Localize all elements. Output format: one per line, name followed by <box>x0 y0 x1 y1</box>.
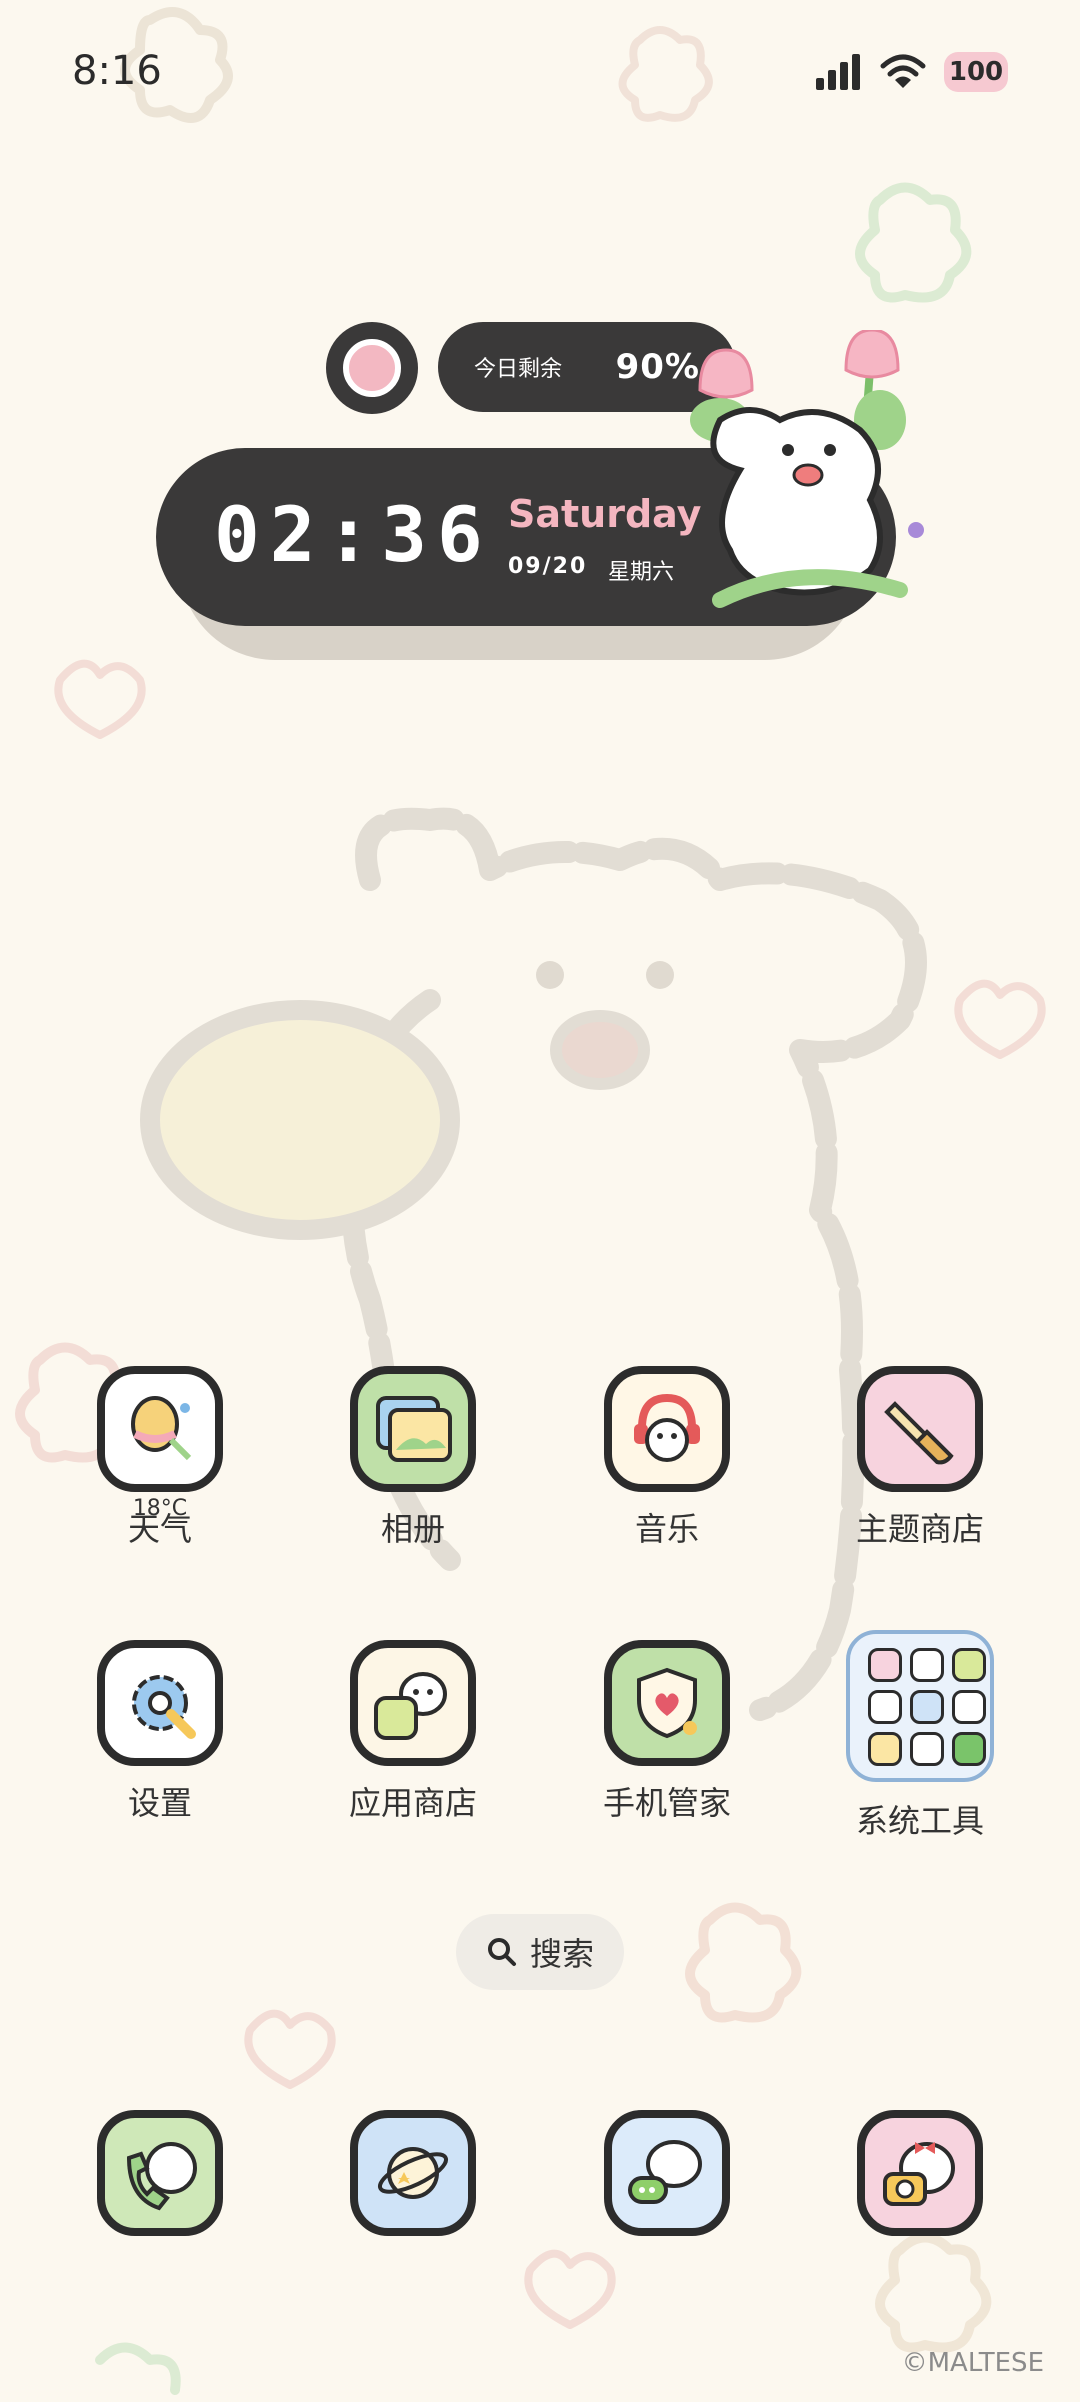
app-label-phone-manager: 手机管家 <box>602 1784 731 1822</box>
watermark: ©MALTESE <box>901 2348 1044 2378</box>
wifi-icon <box>880 54 926 88</box>
app-phone-manager[interactable]: 手机管家 <box>567 1640 767 1824</box>
app-store-icon <box>350 1640 476 1766</box>
dock-camera[interactable] <box>820 2110 1020 2236</box>
clock-time: 02:36 <box>214 490 493 579</box>
app-gallery[interactable]: 相册 <box>313 1366 513 1550</box>
messages-icon <box>604 2110 730 2236</box>
browser-icon <box>350 2110 476 2236</box>
app-label-system-tools: 系统工具 <box>855 1802 984 1840</box>
dock-browser[interactable] <box>313 2110 513 2236</box>
progress-ring-icon[interactable] <box>326 322 418 414</box>
search-icon <box>487 1938 516 1966</box>
music-icon <box>604 1366 730 1492</box>
battery-indicator: 100 <box>944 52 1008 92</box>
phone-manager-icon <box>604 1640 730 1766</box>
search-button[interactable]: 搜索 <box>456 1914 624 1990</box>
clock-widget[interactable]: 02:36 Saturday 09/20 星期六 <box>156 448 896 626</box>
dock-messages[interactable] <box>567 2110 767 2236</box>
app-theme-store[interactable]: 主题商店 <box>820 1366 1020 1550</box>
settings-icon <box>97 1640 223 1766</box>
camera-icon <box>857 2110 983 2236</box>
weather-icon <box>97 1366 223 1492</box>
phone-icon <box>97 2110 223 2236</box>
weather-temperature: 18°C <box>132 1496 188 1521</box>
app-music[interactable]: 音乐 <box>567 1366 767 1550</box>
app-label-gallery: 相册 <box>380 1510 445 1548</box>
app-app-store[interactable]: 应用商店 <box>313 1640 513 1824</box>
status-icons: 100 <box>816 52 1008 92</box>
gallery-icon <box>350 1366 476 1492</box>
clock-weekday-en: Saturday <box>508 492 702 536</box>
clock-weekday-cn: 星期六 <box>608 560 675 585</box>
remaining-label: 今日剩余 <box>474 357 563 382</box>
system-tools-folder-icon <box>846 1630 994 1782</box>
app-label-music: 音乐 <box>634 1510 699 1548</box>
app-settings[interactable]: 设置 <box>60 1640 260 1824</box>
app-label-theme-store: 主题商店 <box>855 1510 984 1548</box>
status-time: 8:16 <box>72 48 162 94</box>
app-label-settings: 设置 <box>127 1784 192 1822</box>
search-label: 搜索 <box>529 1935 594 1973</box>
dock-phone[interactable] <box>60 2110 260 2236</box>
remaining-widget[interactable]: 今日剩余 90% <box>438 322 736 412</box>
theme-store-icon <box>857 1366 983 1492</box>
app-weather[interactable]: 18°C 天气 <box>60 1366 260 1550</box>
remaining-value: 90% <box>615 347 700 387</box>
app-system-tools-folder[interactable]: 系统工具 <box>820 1630 1020 1842</box>
app-label-app-store: 应用商店 <box>348 1784 477 1822</box>
signal-icon <box>816 54 860 90</box>
clock-date: 09/20 <box>508 554 588 579</box>
